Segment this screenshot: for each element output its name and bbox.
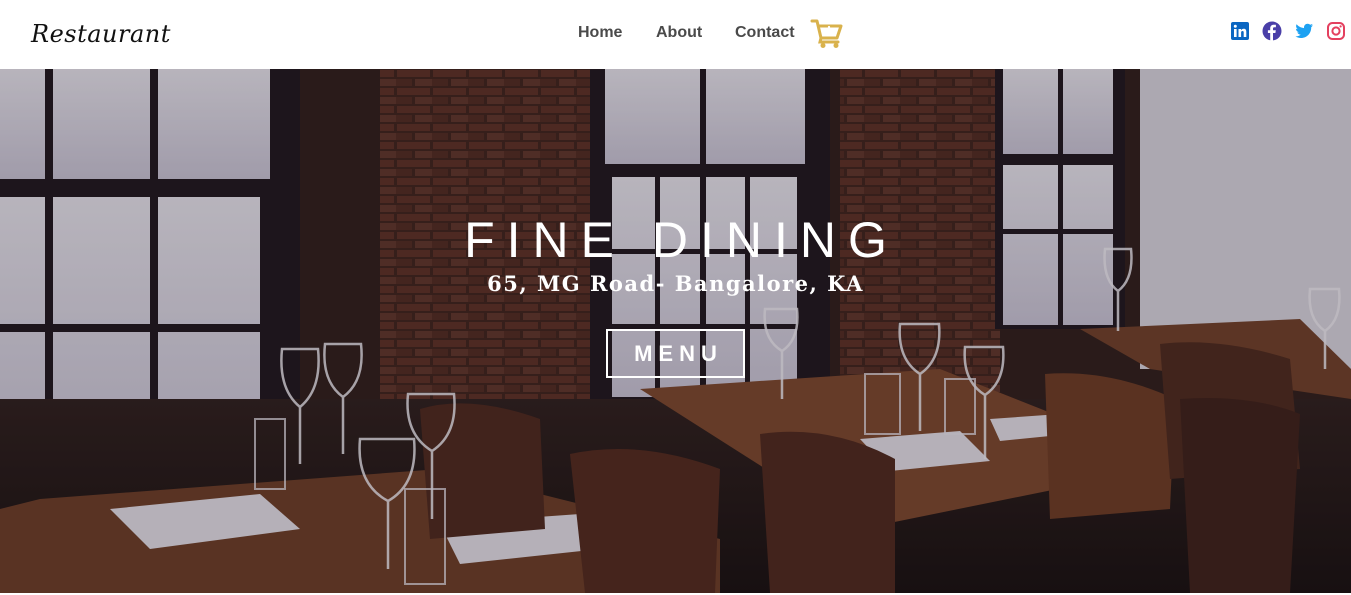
hero-address: 65, MG Road- Bangalore, KA <box>487 271 864 296</box>
twitter-icon[interactable] <box>1294 21 1314 41</box>
navbar: Restaurant Home About Contact <box>0 0 1351 69</box>
menu-button[interactable]: MENU <box>606 329 745 378</box>
linkedin-icon[interactable] <box>1230 21 1250 41</box>
instagram-icon[interactable] <box>1326 21 1346 41</box>
nav-link-home[interactable]: Home <box>578 24 622 42</box>
hero-section: FINE DINING 65, MG Road- Bangalore, KA M… <box>0 69 1351 593</box>
hero-title: FINE DINING <box>464 212 899 268</box>
cart-arrow-down-icon[interactable] <box>810 17 844 49</box>
nav-link-about[interactable]: About <box>656 24 702 42</box>
brand-logo[interactable]: Restaurant <box>31 20 171 48</box>
nav-link-contact[interactable]: Contact <box>735 24 795 42</box>
facebook-icon[interactable] <box>1262 21 1282 41</box>
